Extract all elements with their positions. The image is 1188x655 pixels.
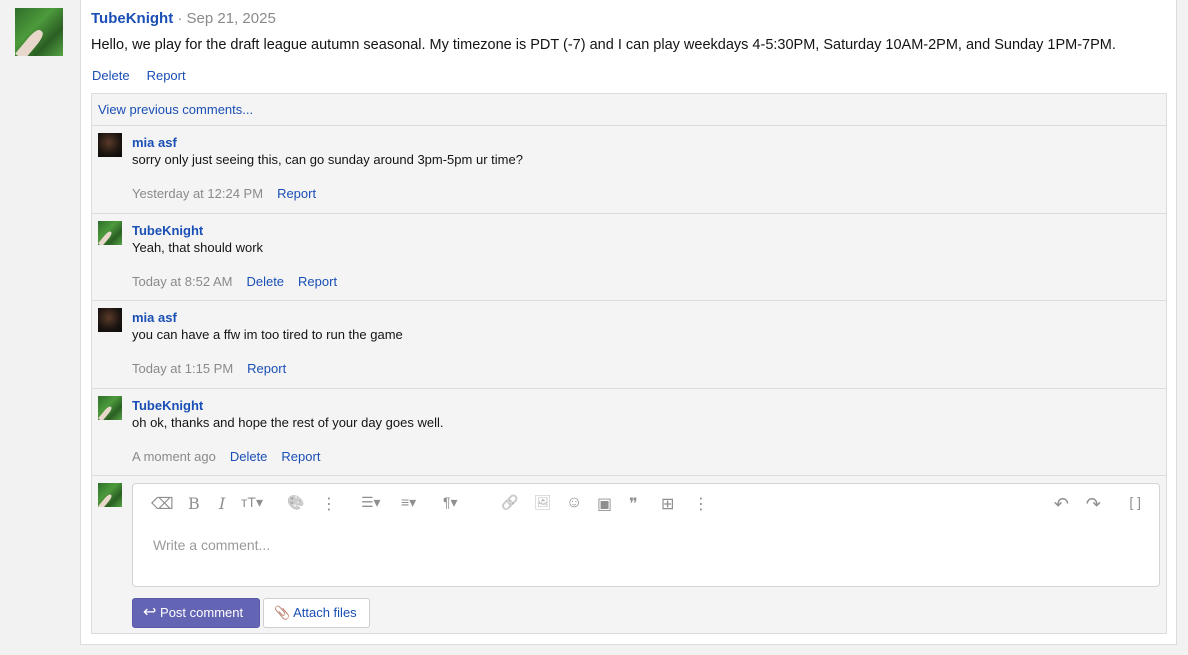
post-body: Hello, we play for the draft league autu…	[91, 37, 1116, 53]
comment-time: Today at 8:52 AM	[132, 273, 233, 289]
comment-meta: Yesterday at 12:24 PM Report	[132, 186, 316, 201]
comment-text: oh ok, thanks and hope the rest of your …	[132, 414, 444, 430]
align-icon[interactable]: ≡▾	[401, 494, 416, 511]
paperclip-icon: 📎	[274, 605, 291, 620]
image-icon[interactable]: 🖼	[534, 494, 552, 511]
delete-button[interactable]: Delete	[230, 449, 268, 464]
more-icon[interactable]: ⋮	[321, 494, 337, 514]
avatar	[98, 483, 122, 507]
comment: mia asf you can have a ffw im too tired …	[92, 301, 1166, 389]
reply-icon: ↩	[143, 604, 157, 621]
avatar[interactable]	[98, 308, 122, 332]
post-comment-button[interactable]: ↩ Post comment	[132, 598, 260, 628]
attach-files-button[interactable]: 📎 Attach files	[263, 598, 370, 628]
comment-meta: A moment ago Delete Report	[132, 449, 320, 464]
redo-icon[interactable]: ↷	[1086, 494, 1101, 515]
list-icon[interactable]: ☰▾	[361, 494, 381, 511]
post-author[interactable]: TubeKnight	[91, 10, 173, 27]
palette-icon[interactable]: 🎨	[287, 494, 304, 511]
italic-icon[interactable]: I	[219, 494, 225, 513]
attach-files-label: Attach files	[293, 605, 357, 620]
editor-toolbar: ⌫ B I тT▾ 🎨 ⋮ ☰▾ ≡▾ ¶▾ 🔗 🖼 ☺ ▣ ❞ ⊞ ⋮ ↶ ↷…	[151, 494, 1141, 516]
text-size-icon[interactable]: тT▾	[241, 494, 263, 511]
report-button[interactable]: Report	[247, 361, 286, 376]
post-actions: Delete Report	[92, 68, 203, 83]
post-comment-label: Post comment	[160, 605, 244, 620]
gallery-icon[interactable]: ▣	[597, 494, 612, 514]
emoji-icon[interactable]: ☺	[566, 494, 582, 512]
comment-text: Yeah, that should work	[132, 239, 264, 255]
comment-text: sorry only just seeing this, can go sund…	[132, 152, 523, 167]
table-icon[interactable]: ⊞	[661, 494, 674, 514]
bold-icon[interactable]: B	[188, 494, 200, 513]
comments-section: View previous comments... mia asf sorry …	[91, 93, 1167, 634]
comment: TubeKnight oh ok, thanks and hope the re…	[92, 389, 1166, 476]
undo-icon[interactable]: ↶	[1054, 494, 1069, 515]
comment-author[interactable]: mia asf	[132, 135, 177, 150]
avatar[interactable]	[98, 395, 122, 420]
comment-time: Today at 1:15 PM	[132, 361, 234, 376]
eraser-icon[interactable]: ⌫	[151, 494, 174, 514]
view-previous-comments: View previous comments...	[92, 94, 1166, 126]
comment-author[interactable]: mia asf	[132, 310, 177, 325]
comment-time: Yesterday at 12:24 PM	[132, 186, 264, 201]
comment-meta: Today at 8:52 AM Delete Report	[132, 274, 337, 289]
comment-meta: Today at 1:15 PM Report	[132, 361, 286, 376]
comment: TubeKnight Yeah, that should work Today …	[92, 214, 1166, 301]
paragraph-icon[interactable]: ¶▾	[443, 494, 458, 511]
comment-author[interactable]: TubeKnight	[132, 398, 203, 413]
avatar[interactable]	[98, 133, 122, 157]
report-button[interactable]: Report	[281, 449, 320, 464]
comment-input-placeholder[interactable]: Write a comment...	[153, 537, 270, 553]
avatar[interactable]	[98, 220, 122, 245]
report-button[interactable]: Report	[298, 274, 337, 289]
report-button[interactable]: Report	[147, 68, 186, 83]
comment-text: you can have a ffw im too tired to run t…	[132, 327, 403, 342]
link-icon[interactable]: 🔗	[501, 494, 518, 511]
quote-icon[interactable]: ❞	[629, 494, 638, 514]
view-previous-link[interactable]: View previous comments...	[98, 102, 253, 117]
delete-button[interactable]: Delete	[246, 274, 284, 289]
comment-time: A moment ago	[132, 448, 216, 464]
comment-author[interactable]: TubeKnight	[132, 223, 203, 238]
more-icon[interactable]: ⋮	[693, 494, 709, 514]
fullscreen-icon[interactable]: [ ]	[1129, 494, 1141, 510]
post-date: · Sep 21, 2025	[177, 10, 276, 27]
comment-editor[interactable]: ⌫ B I тT▾ 🎨 ⋮ ☰▾ ≡▾ ¶▾ 🔗 🖼 ☺ ▣ ❞ ⊞ ⋮ ↶ ↷…	[132, 483, 1160, 587]
comment: mia asf sorry only just seeing this, can…	[92, 126, 1166, 214]
avatar[interactable]	[15, 8, 63, 56]
report-button[interactable]: Report	[277, 186, 316, 201]
delete-button[interactable]: Delete	[92, 68, 130, 83]
post-header: TubeKnight · Sep 21, 2025	[91, 10, 276, 27]
